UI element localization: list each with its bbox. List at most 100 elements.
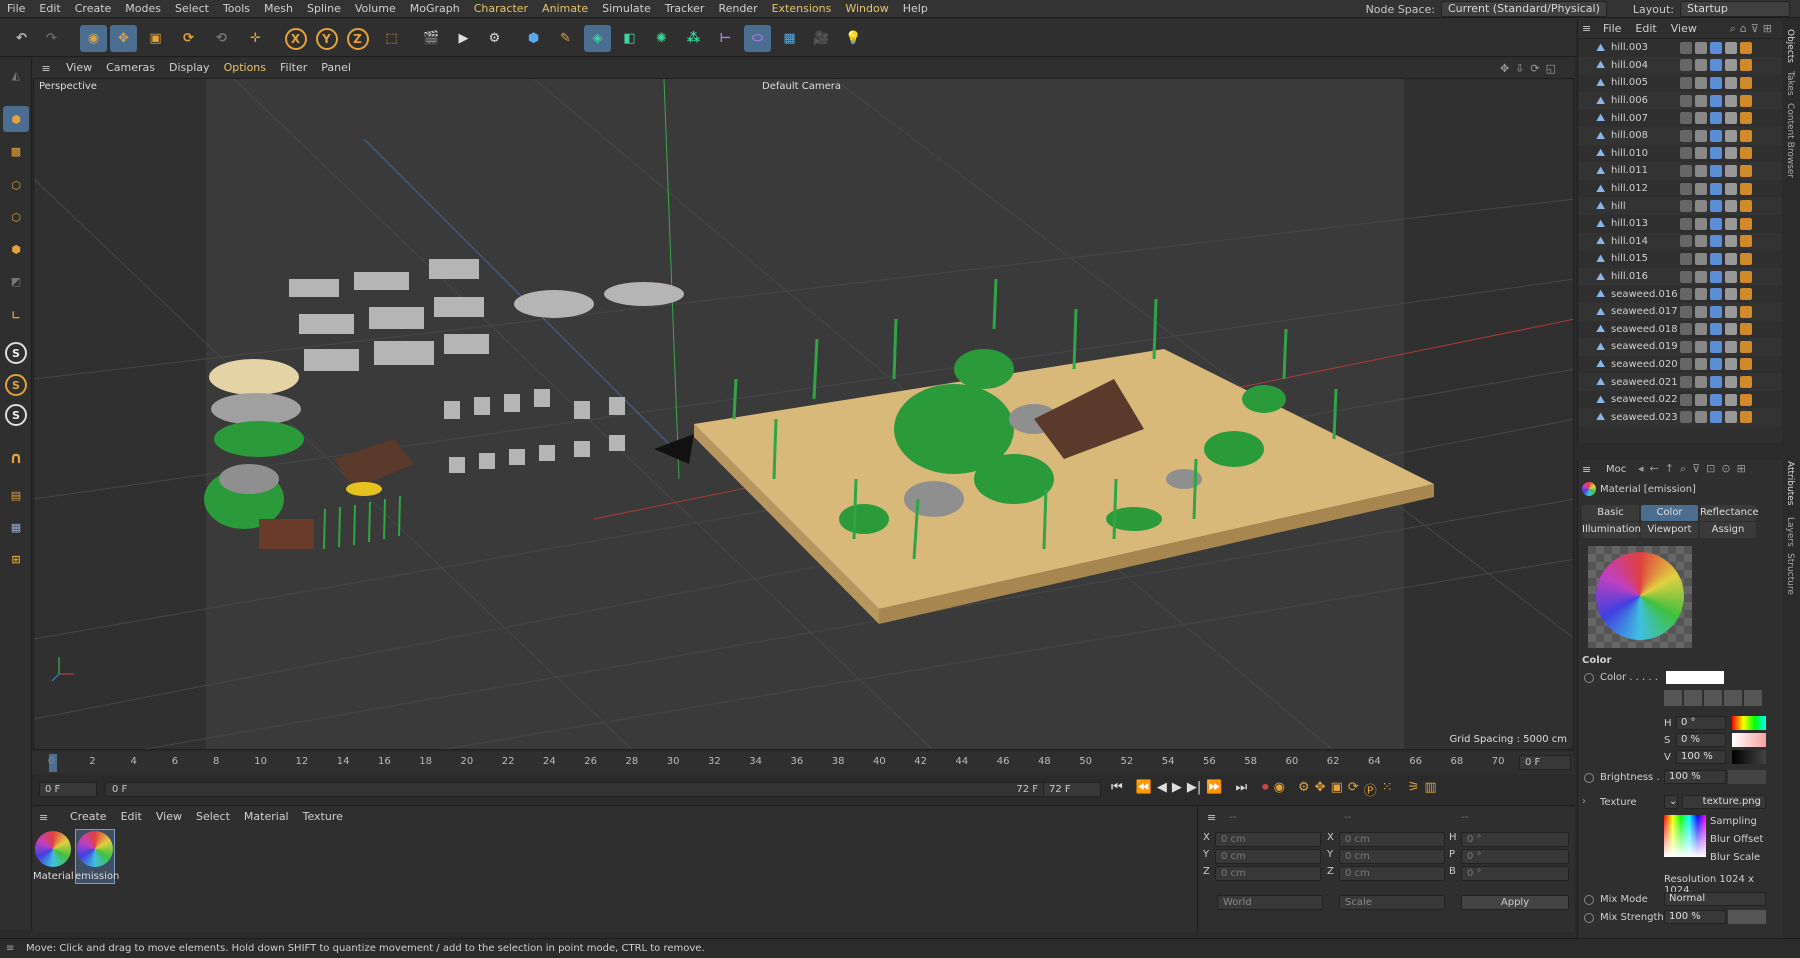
uvw-tag-icon[interactable] [1725,41,1737,54]
size-field[interactable]: 0 cm [1339,849,1445,864]
uvw-tag-icon[interactable] [1725,270,1737,283]
start-frame-field[interactable]: 0 F [39,782,97,797]
pen-icon[interactable]: ✎ [552,25,579,52]
uvw-tag-icon[interactable] [1725,411,1737,424]
emission-swatch[interactable] [77,831,113,867]
uvw-tag-icon[interactable] [1725,147,1737,160]
tab-basic[interactable]: Basic [1582,505,1639,521]
cloner-icon[interactable]: ✺ [648,25,675,52]
texture-expand-icon[interactable]: › [1582,796,1586,807]
edges-mode-icon[interactable]: ⬡ [3,204,29,230]
menu-extensions[interactable]: Extensions [765,0,839,18]
layer-dots-icon[interactable] [1695,94,1707,107]
object-row[interactable]: ⛰ hill.015 [1578,250,1782,268]
render-settings-icon[interactable]: ⚙ [481,25,508,52]
phong-tag-icon[interactable] [1740,76,1752,89]
mix-strength-field[interactable]: 100 % [1664,910,1726,924]
panel-hamburger-icon[interactable]: ≡ [33,62,59,75]
phong-tag-icon[interactable] [1740,288,1752,301]
material-tag-icon[interactable] [1710,129,1722,142]
material-tag-icon[interactable] [1710,305,1722,318]
rotation-field[interactable]: 0 ° [1461,832,1569,847]
material-tag-icon[interactable] [1710,393,1722,406]
make-editable-icon[interactable]: ◭ [3,62,29,88]
render-view-icon[interactable]: ▶ [450,25,477,52]
texture-field[interactable]: texture.png [1682,795,1766,809]
menu-select[interactable]: Select [168,0,216,18]
material-tag-icon[interactable] [1710,270,1722,283]
menu-modes[interactable]: Modes [118,0,168,18]
solo-hierarchy-button[interactable]: S [3,372,29,398]
key-pla-icon[interactable]: ⁙ [1382,780,1393,799]
layer-dots-icon[interactable] [1695,147,1707,160]
menu-character[interactable]: Character [467,0,535,18]
redo-icon[interactable]: ↷ [38,25,65,52]
phong-tag-icon[interactable] [1740,305,1752,318]
object-row[interactable]: ⛰ hill.004 [1578,56,1782,75]
tab-assign[interactable]: Assign [1700,522,1756,538]
menu-simulate[interactable]: Simulate [595,0,658,18]
picker-hsv-icon[interactable] [1744,690,1762,706]
texture-mode-icon[interactable]: ▩ [3,138,29,164]
mat-menu-view[interactable]: View [149,808,189,826]
render-region-icon[interactable]: 🎬 [418,25,445,52]
object-row[interactable]: ⛰ seaweed.021 [1578,373,1782,391]
visibility-check-icon[interactable] [1680,147,1692,160]
layer-dots-icon[interactable] [1695,41,1707,54]
picker-spectrum-icon[interactable] [1684,690,1702,706]
attr-nav-icons[interactable]: ◂←↑⌕⊽⊡⊙⊞ [1638,462,1752,476]
layer-dots-icon[interactable] [1695,252,1707,265]
snap-magnet-icon[interactable]: ∩ [3,444,29,470]
material-tag-icon[interactable] [1710,358,1722,371]
obj-menu-view[interactable]: View [1664,20,1704,38]
object-row[interactable]: ⛰ seaweed.019 [1578,338,1782,356]
layer-dots-icon[interactable] [1695,323,1707,336]
menu-mesh[interactable]: Mesh [257,0,300,18]
phong-tag-icon[interactable] [1740,200,1752,213]
node-space-select[interactable]: Current (Standard/Physical) [1441,1,1607,17]
layout-select[interactable]: Startup [1680,1,1790,17]
next-frame-icon[interactable]: ▶| [1187,780,1201,799]
phong-tag-icon[interactable] [1740,129,1752,142]
object-row[interactable]: ⛰ hill.014 [1578,232,1782,251]
visibility-check-icon[interactable] [1680,411,1692,424]
model-mode-icon[interactable]: ⬢ [3,106,29,132]
polygons-mode-icon[interactable]: ⬢ [3,236,29,262]
z-axis-button[interactable]: Z [344,25,371,52]
side-tab-layers[interactable]: Layers [1785,517,1795,547]
material-hamburger-icon[interactable]: ≡ [39,811,48,824]
layer-dots-icon[interactable] [1695,340,1707,353]
uvw-tag-icon[interactable] [1725,59,1737,72]
camera-icon[interactable]: 🎥 [808,25,835,52]
obj-menu-edit[interactable]: Edit [1628,20,1663,38]
grid-snap-icon[interactable]: ▦ [3,514,29,540]
key-scale-icon[interactable]: ▣ [1331,780,1343,799]
visibility-check-icon[interactable] [1680,323,1692,336]
previous-frame-icon[interactable]: ◀ [1157,780,1167,799]
tab-reflectance[interactable]: Reflectance [1700,505,1759,521]
object-row[interactable]: ⛰ seaweed.017 [1578,302,1782,321]
material-tag-icon[interactable] [1710,94,1722,107]
material-tag-icon[interactable] [1710,288,1722,301]
side-tab-attributes[interactable]: Attributes [1785,461,1795,505]
current-frame-field[interactable]: 0 F [1519,755,1571,770]
phong-tag-icon[interactable] [1740,112,1752,125]
uvw-tag-icon[interactable] [1725,288,1737,301]
brightness-field[interactable]: 100 % [1664,770,1726,784]
live-selection-icon[interactable]: ◉ [80,25,107,52]
object-row[interactable]: ⛰ hill.003 [1578,39,1782,57]
quantize-icon[interactable]: ⊞ [3,546,29,572]
material-tag-icon[interactable] [1710,147,1722,160]
move-icon[interactable]: ✥ [110,25,137,52]
coord-scale-select[interactable]: Scale [1339,895,1445,910]
mix-strength-slider[interactable] [1728,910,1766,924]
menu-mograph[interactable]: MoGraph [403,0,467,18]
v-field[interactable]: 100 % [1676,750,1726,764]
color-anim-radio[interactable] [1584,673,1594,683]
material-tag-icon[interactable] [1710,340,1722,353]
mat-menu-material[interactable]: Material [237,808,296,826]
record-icon[interactable]: ⏺ [1262,780,1269,799]
floor-icon[interactable]: ▦ [776,25,803,52]
layer-dots-icon[interactable] [1695,217,1707,230]
menu-render[interactable]: Render [711,0,764,18]
